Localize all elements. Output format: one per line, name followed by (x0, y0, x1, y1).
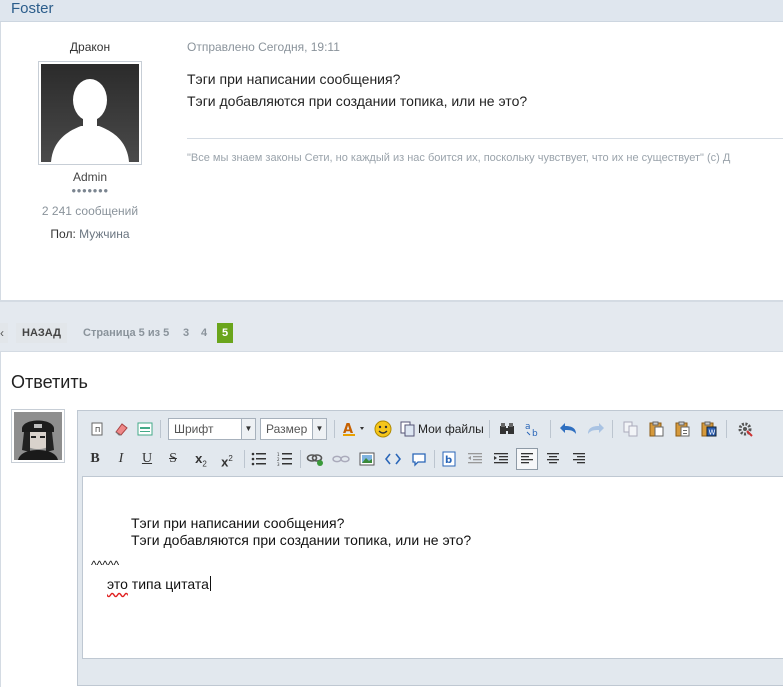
copy-icon[interactable] (620, 418, 642, 440)
post-body-line: Тэги добавляются при создании топика, ил… (187, 93, 528, 109)
font-size-select[interactable]: Размер ▼ (260, 418, 327, 440)
my-files-button[interactable]: Мои файлы (418, 418, 484, 440)
quoted-line: Тэги добавляются при создании топика, ил… (131, 532, 472, 548)
bold-button[interactable]: B (84, 448, 106, 470)
svg-text:3: 3 (277, 462, 280, 466)
poster-avatar[interactable] (38, 61, 142, 165)
undo-icon[interactable] (558, 418, 580, 440)
post-author-link[interactable]: Foster (11, 0, 54, 17)
link-icon[interactable] (304, 448, 326, 470)
numbered-list-icon[interactable]: 123 (274, 448, 296, 470)
poster-sex: Пол: Мужчина (31, 227, 149, 241)
redo-icon[interactable] (584, 418, 606, 440)
editor-text-area[interactable]: Тэги при написании сообщения? Тэги добав… (82, 476, 783, 659)
post-date: Отправлено Сегодня, 19:11 (187, 40, 340, 54)
source-mode-icon[interactable]: П (86, 418, 108, 440)
svg-text:W: W (709, 429, 716, 437)
page-info: Страница 5 из 5 (83, 327, 170, 339)
svg-text:a: a (525, 422, 531, 432)
rich-text-editor: П Шрифт ▼ Размер ▼ A Мои файлы a b W B I… (77, 410, 783, 686)
typed-text-rest: типа цитата (127, 576, 209, 592)
prev-page-arrow-button[interactable]: ‹ (0, 323, 8, 343)
pagination: ‹ НАЗАД Страница 5 из 5 3 4 5 (0, 322, 783, 344)
forum-post: Дракон Admin ●●●●●●● 2 241 сообщений Пол… (0, 22, 783, 302)
code-icon[interactable] (382, 448, 404, 470)
quote-icon[interactable] (408, 448, 430, 470)
quoted-line: Тэги при написании сообщения? (131, 515, 345, 531)
editor-toolbar-row-1: П Шрифт ▼ Размер ▼ A Мои файлы a b W (84, 415, 783, 443)
poster-name[interactable]: Дракон (39, 40, 141, 54)
post-body-line: Тэги при написании сообщения? (187, 71, 401, 87)
misspelled-word: это (107, 576, 128, 592)
align-right-icon[interactable] (568, 448, 590, 470)
poster-post-count: 2 241 сообщений (41, 204, 139, 218)
rank-pips: ●●●●●●● (71, 186, 109, 195)
thread-header-bar: Foster (0, 0, 783, 22)
chevron-down-icon: ▼ (312, 419, 326, 439)
eraser-icon[interactable] (110, 418, 132, 440)
page-link-4[interactable]: 4 (201, 323, 207, 343)
post-body: Тэги при написании сообщения? Тэги добав… (187, 68, 527, 112)
align-left-icon[interactable] (516, 448, 538, 470)
poster-group: Admin (72, 170, 107, 184)
indent-icon[interactable] (490, 448, 512, 470)
reply-section: Ответить П Шрифт ▼ Размер ▼ A Мои файлы … (0, 351, 783, 687)
poster-sex-label: Пол: (50, 227, 76, 241)
replace-icon[interactable]: ab (522, 418, 544, 440)
emoticon-icon[interactable] (372, 418, 394, 440)
italic-button[interactable]: I (110, 448, 132, 470)
strikethrough-button[interactable]: S (162, 448, 184, 470)
font-family-select-label: Шрифт (174, 422, 214, 436)
chevron-down-icon: ▼ (241, 419, 255, 439)
back-page-button[interactable]: НАЗАД (16, 323, 67, 343)
svg-text:b: b (532, 429, 538, 438)
paste-text-icon[interactable] (672, 418, 694, 440)
bulleted-list-icon[interactable] (248, 448, 270, 470)
editor-toolbar-row-2: B I U S x2 x2 123 b (84, 445, 783, 473)
paste-word-icon[interactable]: W (698, 418, 720, 440)
typed-text: это типа цитата (107, 576, 211, 592)
svg-text:П: П (95, 426, 100, 434)
text-color-icon[interactable]: A (341, 418, 369, 440)
caret-marks: ^^^^^ (91, 558, 120, 572)
paste-icon[interactable] (646, 418, 668, 440)
svg-text:b: b (445, 455, 452, 466)
align-center-icon[interactable] (542, 448, 564, 470)
remove-format-icon[interactable] (134, 418, 156, 440)
text-cursor (209, 576, 211, 591)
post-signature: "Все мы знаем законы Сети, но каждый из … (187, 152, 731, 164)
my-files-icon[interactable] (397, 418, 419, 440)
reply-title: Ответить (11, 372, 88, 392)
default-avatar-icon (41, 64, 139, 162)
outdent-icon[interactable] (464, 448, 486, 470)
current-page: 5 (217, 323, 233, 343)
subscript-button[interactable]: x2 (190, 448, 212, 470)
media-icon[interactable]: b (438, 448, 460, 470)
subscript-mark: 2 (202, 459, 207, 469)
page-link-3[interactable]: 3 (183, 323, 189, 343)
font-family-select[interactable]: Шрифт ▼ (168, 418, 256, 440)
underline-button[interactable]: U (136, 448, 158, 470)
user-photo-avatar (14, 412, 62, 460)
poster-sex-value: Мужчина (79, 227, 130, 241)
find-icon[interactable] (496, 418, 518, 440)
superscript-mark: 2 (228, 454, 233, 463)
current-user-avatar (11, 409, 65, 463)
font-size-select-label: Размер (266, 422, 308, 436)
settings-icon[interactable] (734, 418, 756, 440)
superscript-button[interactable]: x2 (216, 448, 238, 470)
unlink-icon[interactable] (330, 448, 352, 470)
signature-divider (187, 138, 783, 139)
image-icon[interactable] (356, 448, 378, 470)
